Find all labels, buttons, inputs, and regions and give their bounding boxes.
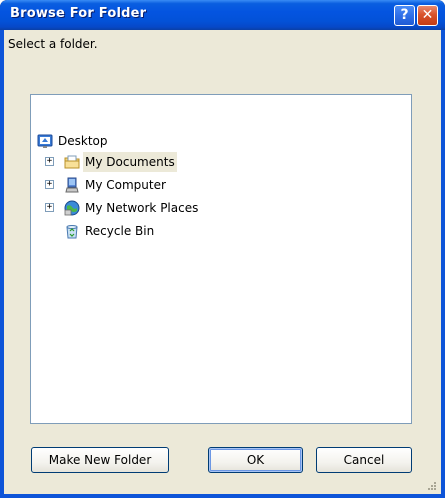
folder-tree[interactable]: Desktop + My Documents + My Computer + M… — [30, 94, 412, 424]
make-new-folder-button[interactable]: Make New Folder — [31, 447, 169, 473]
expand-toggle-my-computer[interactable]: + — [45, 180, 54, 189]
close-button[interactable]: ✕ — [417, 5, 438, 26]
help-button[interactable]: ? — [394, 5, 415, 26]
tree-item-label: My Computer — [85, 178, 166, 192]
tree-item-label: My Documents — [83, 152, 177, 172]
tree-item-label: Desktop — [58, 134, 108, 148]
network-places-icon — [64, 200, 80, 216]
close-icon: ✕ — [421, 7, 434, 23]
browse-for-folder-window: Browse For Folder ? ✕ Select a folder. D… — [0, 0, 445, 498]
recycle-bin-icon — [64, 223, 80, 239]
window-frame-right — [441, 30, 445, 498]
my-computer-icon — [64, 177, 80, 193]
dialog-prompt: Select a folder. — [8, 37, 98, 51]
ok-button[interactable]: OK — [208, 447, 303, 473]
expand-toggle-my-documents[interactable]: + — [45, 157, 54, 166]
resize-grip-icon[interactable] — [425, 478, 437, 490]
window-title: Browse For Folder — [10, 6, 147, 21]
help-icon: ? — [400, 7, 409, 23]
cancel-button[interactable]: Cancel — [316, 447, 412, 473]
desktop-icon — [37, 133, 53, 149]
tree-item-label: Recycle Bin — [85, 224, 155, 238]
tree-item-label: My Network Places — [85, 201, 199, 215]
title-bar[interactable]: Browse For Folder ? ✕ — [0, 0, 445, 30]
expand-toggle-my-network-places[interactable]: + — [45, 203, 54, 212]
my-documents-icon — [64, 154, 80, 170]
window-frame-bottom — [0, 494, 445, 498]
